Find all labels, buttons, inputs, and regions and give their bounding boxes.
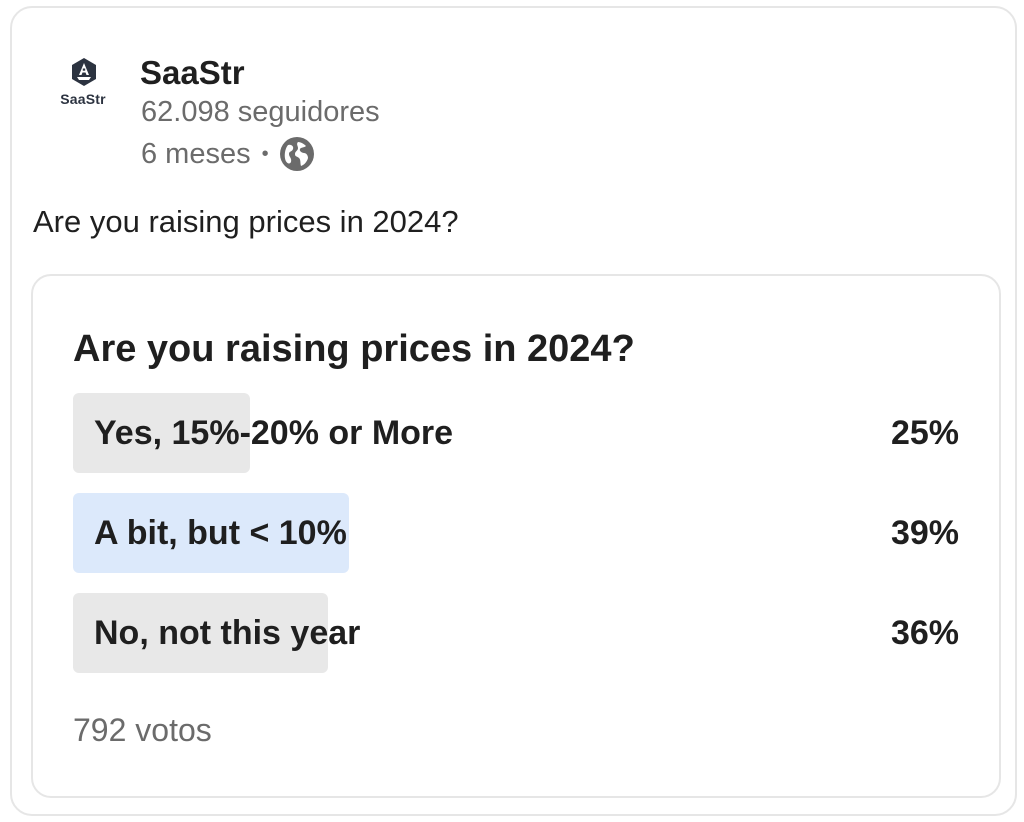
author-name[interactable]: SaaStr [140, 54, 245, 92]
option-percent: 36% [890, 614, 959, 652]
post-time: 6 meses [141, 137, 251, 170]
poll-option[interactable]: Yes, 15%-20% or More 25% [73, 393, 959, 473]
option-percent: 25% [890, 414, 959, 452]
follower-count: 62.098 seguidores [141, 96, 380, 128]
meta-separator: • [261, 142, 269, 165]
poll-option[interactable]: A bit, but < 10% 39% [73, 493, 959, 573]
logo-wordmark: SaaStr [60, 91, 106, 107]
globe-icon [279, 137, 314, 171]
post-meta: 6 meses • [141, 134, 315, 174]
poll-question: Are you raising prices in 2024? [73, 328, 635, 370]
poll-card: Are you raising prices in 2024? Yes, 15%… [31, 274, 1001, 798]
saastr-badge-icon [72, 58, 96, 86]
vote-count[interactable]: 792 votos [73, 712, 212, 749]
company-logo[interactable]: SaaStr [48, 53, 118, 123]
poll-option[interactable]: No, not this year 36% [73, 593, 959, 673]
option-percent: 39% [890, 514, 959, 552]
post-card: SaaStr SaaStr 62.098 seguidores 6 meses … [10, 6, 1017, 816]
option-label: Yes, 15%-20% or More [94, 414, 454, 452]
post-text: Are you raising prices in 2024? [33, 204, 459, 239]
option-label: A bit, but < 10% [94, 514, 347, 552]
option-label: No, not this year [94, 614, 361, 652]
